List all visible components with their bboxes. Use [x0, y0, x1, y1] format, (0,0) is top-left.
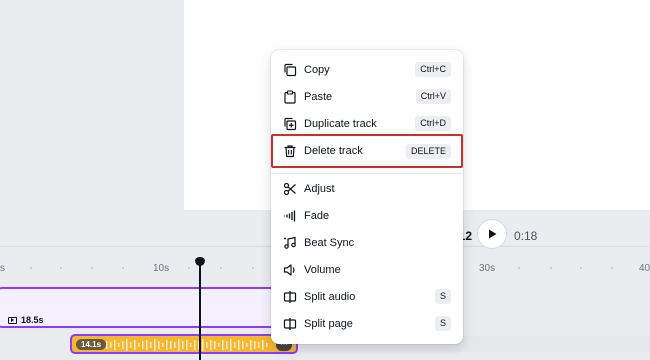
menu-item-paste[interactable]: Paste Ctrl+V	[271, 83, 463, 110]
split-page-icon	[283, 317, 297, 330]
audio-track[interactable]: 14.1s ···	[70, 334, 298, 354]
menu-divider	[271, 173, 463, 174]
video-duration: 18.5s	[21, 315, 44, 325]
ruler-tick	[580, 267, 582, 269]
ruler-tick	[122, 267, 124, 269]
video-duration-badge: 18.5s	[8, 315, 44, 325]
clipboard-icon	[284, 89, 296, 104]
ruler-tick	[611, 267, 613, 269]
menu-item-label: Adjust	[304, 182, 335, 195]
audio-waveform	[102, 339, 268, 351]
menu-item-split-page[interactable]: Split page S	[271, 310, 463, 337]
ruler-tick	[550, 267, 552, 269]
menu-item-label: Copy	[304, 63, 330, 76]
ruler-label: 40	[639, 263, 650, 274]
menu-item-label: Volume	[304, 263, 341, 276]
ruler-label: s	[0, 263, 5, 274]
audio-duration-badge: 14.1s	[76, 339, 107, 350]
shortcut-badge: S	[434, 316, 451, 331]
shortcut-badge: DELETE	[405, 143, 451, 159]
menu-item-label: Fade	[304, 209, 330, 222]
shortcut-badge: Ctrl+D	[415, 116, 451, 131]
menu-item-duplicate-track[interactable]: Duplicate track Ctrl+D	[271, 110, 463, 137]
playhead-line[interactable]	[199, 260, 201, 360]
menu-item-adjust[interactable]: Adjust	[271, 175, 463, 202]
video-icon	[8, 316, 17, 324]
ruler-tick	[91, 267, 93, 269]
split-icon	[283, 290, 297, 303]
ruler-tick	[220, 267, 222, 269]
play-icon	[489, 229, 497, 239]
menu-item-copy[interactable]: Copy Ctrl+C	[271, 56, 463, 83]
ruler-label: 30s	[479, 263, 496, 274]
trash-icon	[284, 145, 296, 158]
duplicate-icon	[284, 117, 297, 130]
shortcut-badge: Ctrl+V	[415, 89, 451, 104]
menu-item-label: Paste	[304, 90, 333, 103]
menu-item-split-audio[interactable]: Split audio S	[271, 283, 463, 310]
menu-item-label: Delete track	[304, 145, 363, 157]
menu-item-fade[interactable]: Fade	[271, 202, 463, 229]
ruler-label: 10s	[153, 263, 170, 274]
menu-item-beat-sync[interactable]: Beat Sync	[271, 229, 463, 256]
menu-item-label: Split page	[304, 317, 353, 330]
total-time: 0:18	[514, 229, 538, 243]
video-track[interactable]: 18.5s	[0, 287, 296, 328]
shortcut-badge: S	[434, 289, 451, 304]
ruler-tick	[60, 267, 62, 269]
playback-controls: 12 0:18	[452, 220, 538, 248]
menu-item-label: Duplicate track	[304, 117, 377, 130]
track-context-menu: Copy Ctrl+C Paste Ctrl+V Duplicate track…	[271, 50, 463, 344]
ruler-tick	[252, 267, 254, 269]
menu-item-label: Split audio	[304, 290, 356, 303]
ruler-tick	[30, 267, 32, 269]
scissors-icon	[283, 182, 296, 195]
shortcut-badge: Ctrl+C	[415, 62, 451, 77]
menu-item-volume[interactable]: Volume	[271, 256, 463, 283]
ruler-tick	[518, 267, 520, 269]
copy-icon	[284, 63, 297, 76]
play-button[interactable]	[478, 220, 506, 248]
music-note-icon	[284, 236, 296, 249]
fade-icon	[283, 210, 296, 221]
ruler-tick	[188, 267, 190, 269]
speaker-icon	[283, 263, 295, 276]
menu-item-delete-track[interactable]: Delete track DELETE	[271, 134, 463, 168]
menu-item-label: Beat Sync	[304, 236, 355, 249]
